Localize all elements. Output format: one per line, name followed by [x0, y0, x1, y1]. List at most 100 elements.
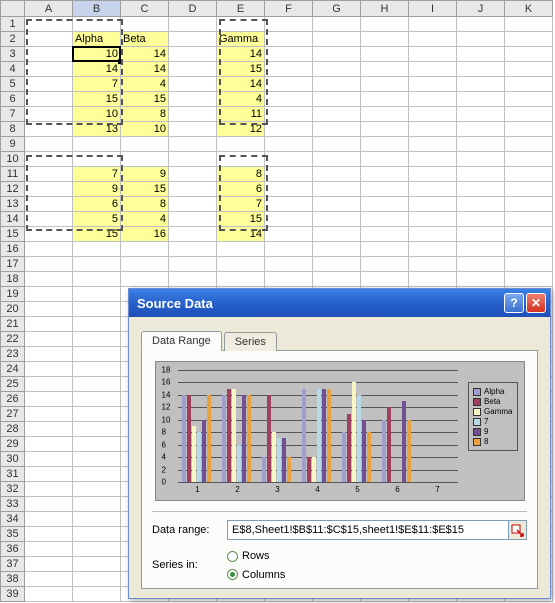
- cell-G7[interactable]: [313, 107, 361, 122]
- cell-C8[interactable]: 10: [121, 122, 169, 137]
- cell-B27[interactable]: [73, 407, 121, 422]
- cell-I17[interactable]: [409, 257, 457, 272]
- row-header-16[interactable]: 16: [1, 242, 25, 257]
- cell-K18[interactable]: [505, 272, 553, 287]
- cell-A35[interactable]: [25, 527, 73, 542]
- row-header-36[interactable]: 36: [1, 542, 25, 557]
- cell-K7[interactable]: [505, 107, 553, 122]
- cell-A17[interactable]: [25, 257, 73, 272]
- cell-D2[interactable]: [169, 32, 217, 47]
- cell-J4[interactable]: [457, 62, 505, 77]
- row-header-27[interactable]: 27: [1, 407, 25, 422]
- cell-D10[interactable]: [169, 152, 217, 167]
- cell-A27[interactable]: [25, 407, 73, 422]
- cell-B13[interactable]: 6: [73, 197, 121, 212]
- cell-J3[interactable]: [457, 47, 505, 62]
- row-header-35[interactable]: 35: [1, 527, 25, 542]
- cell-D4[interactable]: [169, 62, 217, 77]
- select-all-corner[interactable]: [1, 1, 25, 17]
- cell-J10[interactable]: [457, 152, 505, 167]
- cell-I13[interactable]: [409, 197, 457, 212]
- cell-G9[interactable]: [313, 137, 361, 152]
- row-header-30[interactable]: 30: [1, 452, 25, 467]
- cell-J18[interactable]: [457, 272, 505, 287]
- cell-H18[interactable]: [361, 272, 409, 287]
- cell-H1[interactable]: [361, 17, 409, 32]
- cell-A31[interactable]: [25, 467, 73, 482]
- cell-K4[interactable]: [505, 62, 553, 77]
- cell-A38[interactable]: [25, 572, 73, 587]
- cell-A3[interactable]: [25, 47, 73, 62]
- row-header-24[interactable]: 24: [1, 362, 25, 377]
- cell-H2[interactable]: [361, 32, 409, 47]
- cell-A2[interactable]: [25, 32, 73, 47]
- cell-H12[interactable]: [361, 182, 409, 197]
- cell-F12[interactable]: [265, 182, 313, 197]
- col-header-C[interactable]: C: [121, 1, 169, 17]
- cell-H14[interactable]: [361, 212, 409, 227]
- row-header-6[interactable]: 6: [1, 92, 25, 107]
- cell-I4[interactable]: [409, 62, 457, 77]
- cell-K2[interactable]: [505, 32, 553, 47]
- help-button[interactable]: ?: [504, 293, 524, 313]
- row-header-39[interactable]: 39: [1, 587, 25, 602]
- cell-A25[interactable]: [25, 377, 73, 392]
- row-header-18[interactable]: 18: [1, 272, 25, 287]
- cell-C5[interactable]: 4: [121, 77, 169, 92]
- row-header-34[interactable]: 34: [1, 512, 25, 527]
- cell-B22[interactable]: [73, 332, 121, 347]
- cell-H16[interactable]: [361, 242, 409, 257]
- cell-A8[interactable]: [25, 122, 73, 137]
- row-header-22[interactable]: 22: [1, 332, 25, 347]
- col-header-I[interactable]: I: [409, 1, 457, 17]
- cell-F3[interactable]: [265, 47, 313, 62]
- cell-C10[interactable]: [121, 152, 169, 167]
- cell-D16[interactable]: [169, 242, 217, 257]
- cell-C11[interactable]: 9: [121, 167, 169, 182]
- cell-K14[interactable]: [505, 212, 553, 227]
- cell-B30[interactable]: [73, 452, 121, 467]
- cell-B36[interactable]: [73, 542, 121, 557]
- radio-columns[interactable]: Columns: [227, 569, 285, 581]
- cell-G2[interactable]: [313, 32, 361, 47]
- cell-C16[interactable]: [121, 242, 169, 257]
- cell-G16[interactable]: [313, 242, 361, 257]
- cell-B4[interactable]: 14: [73, 62, 121, 77]
- cell-D12[interactable]: [169, 182, 217, 197]
- row-header-1[interactable]: 1: [1, 17, 25, 32]
- cell-I11[interactable]: [409, 167, 457, 182]
- col-header-K[interactable]: K: [505, 1, 553, 17]
- cell-B39[interactable]: [73, 587, 121, 602]
- row-header-8[interactable]: 8: [1, 122, 25, 137]
- cell-K3[interactable]: [505, 47, 553, 62]
- cell-I3[interactable]: [409, 47, 457, 62]
- cell-B19[interactable]: [73, 287, 121, 302]
- cell-H10[interactable]: [361, 152, 409, 167]
- row-header-23[interactable]: 23: [1, 347, 25, 362]
- cell-I2[interactable]: [409, 32, 457, 47]
- cell-A11[interactable]: [25, 167, 73, 182]
- cell-J11[interactable]: [457, 167, 505, 182]
- cell-G4[interactable]: [313, 62, 361, 77]
- cell-K11[interactable]: [505, 167, 553, 182]
- cell-H9[interactable]: [361, 137, 409, 152]
- cell-F5[interactable]: [265, 77, 313, 92]
- cell-E1[interactable]: [217, 17, 265, 32]
- cell-I9[interactable]: [409, 137, 457, 152]
- row-header-26[interactable]: 26: [1, 392, 25, 407]
- cell-D17[interactable]: [169, 257, 217, 272]
- cell-G17[interactable]: [313, 257, 361, 272]
- cell-B26[interactable]: [73, 392, 121, 407]
- cell-G12[interactable]: [313, 182, 361, 197]
- col-header-E[interactable]: E: [217, 1, 265, 17]
- cell-B20[interactable]: [73, 302, 121, 317]
- cell-B29[interactable]: [73, 437, 121, 452]
- cell-A13[interactable]: [25, 197, 73, 212]
- cell-B21[interactable]: [73, 317, 121, 332]
- row-header-5[interactable]: 5: [1, 77, 25, 92]
- cell-J16[interactable]: [457, 242, 505, 257]
- cell-I15[interactable]: [409, 227, 457, 242]
- cell-E13[interactable]: 7: [217, 197, 265, 212]
- cell-C3[interactable]: 14: [121, 47, 169, 62]
- cell-A21[interactable]: [25, 317, 73, 332]
